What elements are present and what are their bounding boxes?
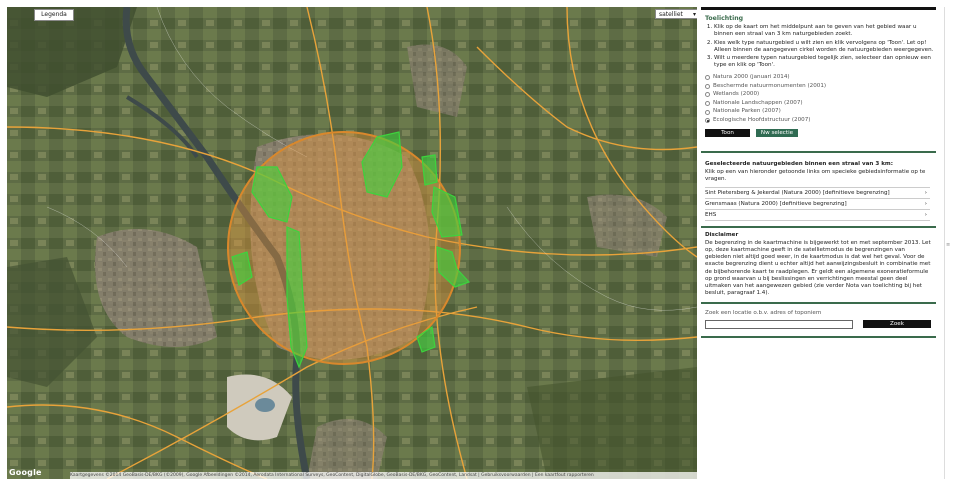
map-canvas[interactable]: Legenda satelliet ▾ (7, 7, 697, 479)
sidebar-title: Toelichting (705, 15, 744, 22)
map-attribution: Kaartgegevens ©2014 GeoBasis-DE/BKG (©20… (70, 472, 697, 479)
result-row[interactable]: Grensmaas (Natura 2000) [definitieve beg… (705, 199, 930, 210)
map-type-select[interactable]: satelliet ▾ (655, 9, 697, 19)
new-selection-button[interactable]: Nw selectie (756, 128, 798, 137)
location-search-input[interactable] (705, 319, 853, 329)
chevron-down-icon: ▾ (692, 11, 696, 18)
result-link[interactable]: EHS (705, 210, 716, 220)
map-type-value: satelliet (659, 11, 683, 18)
legend-button[interactable]: Legenda (34, 9, 74, 21)
radio-label: Nationale Landschappen (2007) (713, 99, 803, 106)
sidebar-top-bar (701, 7, 936, 10)
radio-button-selected-icon[interactable] (705, 118, 710, 124)
radio-label: Wetlands (2000) (713, 91, 760, 98)
instruction-steps: Klik op de kaart om het middelpunt aan t… (701, 24, 936, 69)
result-row[interactable]: EHS › (705, 210, 930, 221)
radio-ecologische-hoofdstructuur[interactable]: Ecologische Hoofdstructuur (2007) (705, 116, 936, 125)
radio-nationale-landschappen[interactable]: Nationale Landschappen (2007) (705, 99, 936, 108)
result-link[interactable]: Grensmaas (Natura 2000) [definitieve beg… (705, 199, 847, 209)
scroll-handle-icon[interactable]: ≡ (946, 242, 950, 248)
radio-button-icon[interactable] (705, 75, 710, 81)
radio-button-icon[interactable] (705, 92, 710, 98)
radio-natura-2000[interactable]: Natura 2000 (januari 2014) (705, 73, 936, 82)
disclaimer-title: Disclaimer (705, 231, 739, 238)
result-row[interactable]: Sint Pietersberg & Jekerdal (Natura 2000… (705, 188, 930, 199)
chevron-right-icon: › (924, 211, 927, 218)
selected-areas-intro: Klik op een van hieronder getoonde links… (705, 169, 926, 183)
search-row: Zoek (705, 319, 936, 329)
divider (701, 302, 936, 305)
radio-beschermde-natuurmonumenten[interactable]: Beschermde natuurmonumenten (2001) (705, 82, 936, 91)
radio-nationale-parken[interactable]: Nationale Parken (2007) (705, 108, 936, 117)
radio-label: Natura 2000 (januari 2014) (713, 74, 790, 81)
radio-label: Nationale Parken (2007) (713, 108, 781, 115)
satellite-map[interactable] (7, 7, 697, 479)
radio-label: Beschermde natuurmonumenten (2001) (713, 82, 827, 89)
result-link[interactable]: Sint Pietersberg & Jekerdal (Natura 2000… (705, 188, 890, 198)
instruction-step: Wilt u meerdere typen natuurgebied tegel… (714, 55, 936, 69)
instruction-step: Kies welk type natuurgebied u wilt zien … (714, 40, 936, 54)
show-button[interactable]: Toon (705, 128, 750, 137)
search-label: Zoek een locatie o.b.v. adres of toponie… (705, 310, 822, 317)
instruction-step: Klik op de kaart om het middelpunt aan t… (714, 24, 936, 38)
chevron-right-icon: › (924, 200, 927, 207)
radio-button-icon[interactable] (705, 101, 710, 106)
divider (701, 225, 936, 228)
divider (701, 150, 936, 153)
radio-label: Ecologische Hoofdstructuur (2007) (713, 117, 811, 124)
google-logo: Google (9, 468, 42, 477)
radio-button-icon[interactable] (705, 109, 710, 115)
page-scrollbar[interactable]: ≡ (944, 7, 951, 479)
radio-button-icon[interactable] (705, 83, 710, 89)
divider (701, 335, 936, 338)
results-list: Sint Pietersberg & Jekerdal (Natura 2000… (705, 186, 930, 221)
search-button[interactable]: Zoek (863, 320, 931, 329)
nature-type-radio-group: Natura 2000 (januari 2014) Beschermde na… (705, 73, 936, 125)
action-buttons: Toon Nw selectie (705, 128, 936, 137)
chevron-right-icon: › (924, 189, 927, 196)
selected-areas-title: Geselecteerde natuurgebieden binnen een … (705, 160, 893, 167)
disclaimer-text: De begrenzing in de kaartmachine is bijg… (705, 239, 931, 297)
sidebar: Toelichting Klik op de kaart om het midd… (701, 7, 936, 479)
radio-wetlands[interactable]: Wetlands (2000) (705, 91, 936, 100)
